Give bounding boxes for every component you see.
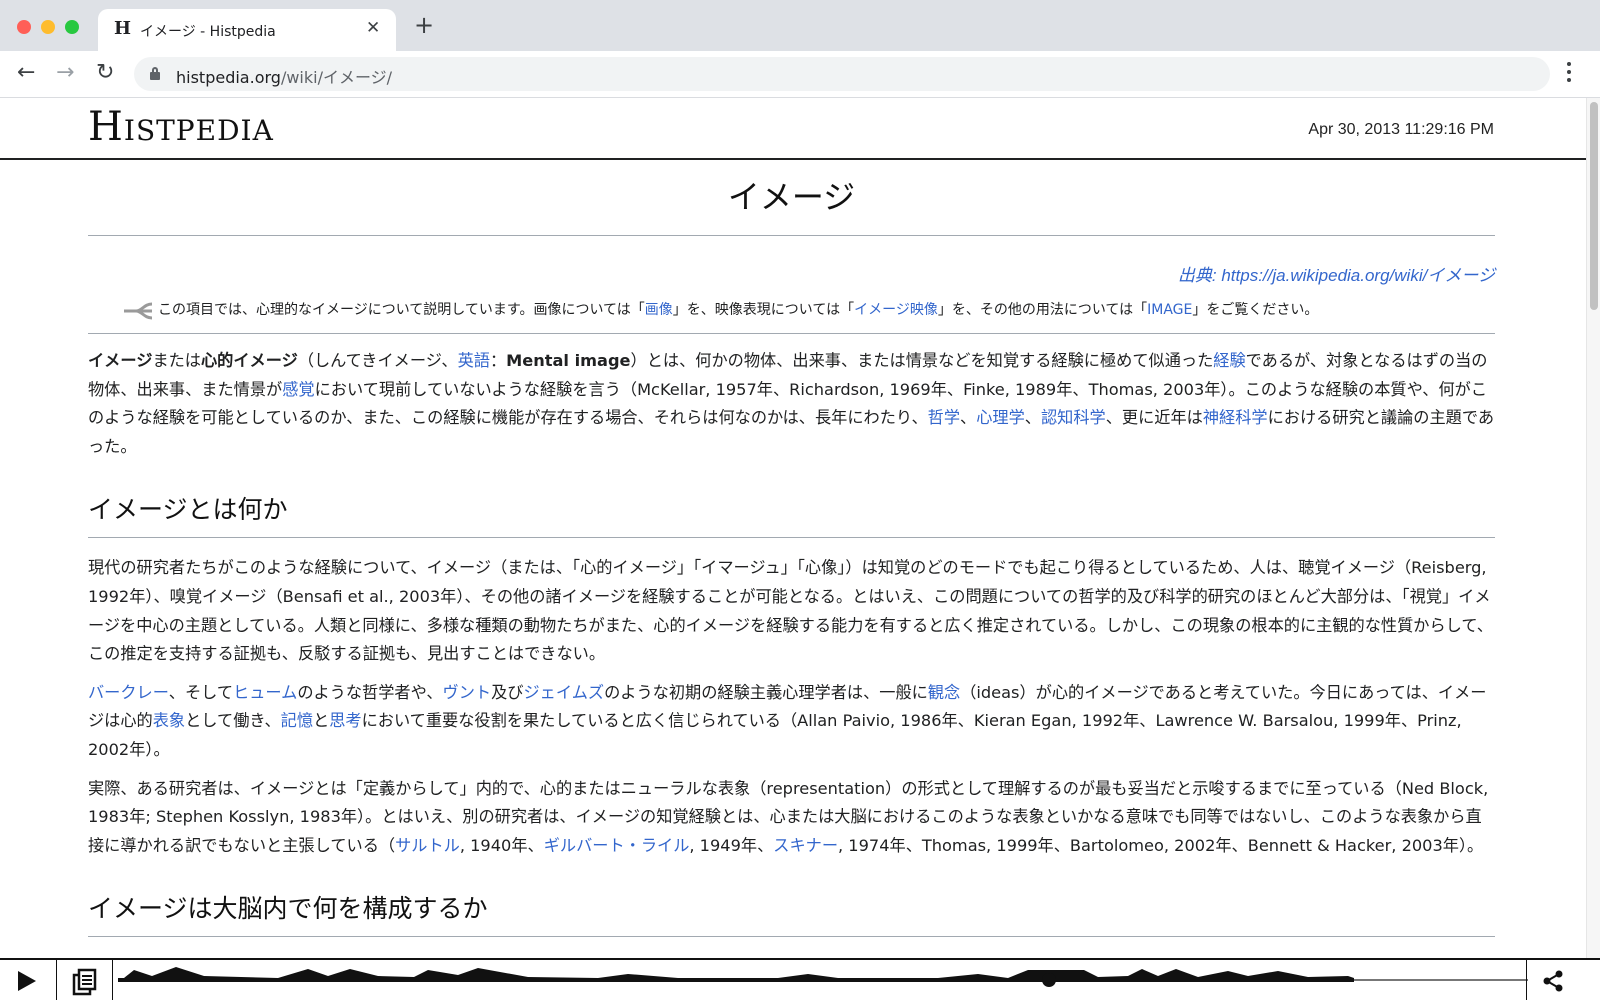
bold-term-mental-image: 心的イメージ (201, 351, 298, 370)
hatnote: この項目では、心理的なイメージについて説明しています。画像については「画像」を、… (88, 298, 1495, 334)
link-psychology[interactable]: 心理学 (976, 408, 1025, 427)
link-neuroscience[interactable]: 神経科学 (1203, 408, 1268, 427)
histpedia-logo[interactable]: Histpedia (88, 104, 274, 150)
lock-icon[interactable] (150, 67, 160, 80)
link-sartre[interactable]: サルトル (395, 836, 460, 855)
reload-icon[interactable]: ↻ (96, 61, 114, 85)
paragraph-text: , 1940年、 (459, 835, 544, 855)
site-header: Histpedia Apr 30, 2013 11:29:16 PM (0, 98, 1586, 160)
window-minimize-button[interactable] (41, 20, 55, 34)
playhead-knob (1042, 973, 1056, 987)
window-zoom-button[interactable] (65, 20, 79, 34)
arrow-right-icon[interactable]: → (56, 61, 74, 85)
divider (112, 960, 113, 1000)
kebab-menu-icon[interactable] (1566, 62, 1572, 86)
hatnote-link-image[interactable]: 画像 (645, 302, 673, 318)
section-heading-image-in-brain: イメージは大脳内で何を構成するか (88, 889, 1495, 938)
paragraph-text: のような哲学者や、 (297, 682, 443, 702)
link-english[interactable]: 英語 (458, 351, 490, 370)
lead-section: イメージまたは心的イメージ（しんてきイメージ、英語：Mental image）と… (88, 347, 1495, 461)
share-icon[interactable] (1541, 970, 1565, 992)
link-james[interactable]: ジェイムズ (523, 683, 604, 702)
histpedia-favicon-icon: H (114, 18, 132, 39)
link-berkeley[interactable]: バークレー (88, 683, 169, 702)
audio-waveform-scrubber[interactable] (118, 964, 1528, 1000)
paragraph-text: 、そして (168, 682, 234, 702)
lead-text: 、 (1024, 408, 1041, 428)
tab-title: イメージ - Histpedia (140, 24, 276, 40)
waveform-envelope (124, 967, 1354, 978)
page-viewport: Histpedia Apr 30, 2013 11:29:16 PM イメージ … (0, 98, 1586, 958)
waveform-remaining-track (1354, 979, 1528, 981)
scrollbar-thumb[interactable] (1590, 102, 1598, 310)
play-icon[interactable] (18, 971, 36, 991)
section1-paragraph-3: 実際、ある研究者は、イメージとは「定義からして」内的で、心的またはニューラルな表… (88, 775, 1495, 861)
window-close-button[interactable] (17, 20, 31, 34)
link-memory[interactable]: 記憶 (281, 711, 313, 730)
arrow-left-icon[interactable]: ← (17, 61, 35, 85)
paragraph-text: として働き、 (185, 711, 281, 731)
hatnote-link-IMAGE[interactable]: IMAGE (1147, 302, 1192, 318)
bold-term-image: イメージ (88, 351, 153, 370)
page-title: イメージ (88, 160, 1495, 236)
link-thought[interactable]: 思考 (329, 711, 361, 730)
paragraph-text: 及び (491, 682, 524, 702)
paragraph-text: , 1949年、 (689, 835, 774, 855)
link-philosophy[interactable]: 哲学 (928, 408, 960, 427)
divider (56, 960, 57, 1000)
link-cognitive-science[interactable]: 認知科学 (1041, 408, 1106, 427)
source-link[interactable]: 出典: https://ja.wikipedia.org/wiki/イメージ (88, 261, 1495, 286)
link-idea[interactable]: 観念 (928, 683, 960, 702)
link-hume[interactable]: ヒューム (233, 683, 297, 702)
section1-paragraph-2: バークレー、そしてヒュームのような哲学者や、ヴント及びジェイムズのような初期の経… (88, 679, 1495, 765)
section-heading-what-is-image: イメージとは何か (88, 490, 1495, 539)
documents-icon[interactable] (71, 968, 97, 996)
link-experience[interactable]: 経験 (1213, 351, 1245, 370)
tab-close-icon[interactable]: ✕ (366, 18, 380, 38)
browser-tab-active[interactable]: H イメージ - Histpedia ✕ (98, 9, 396, 51)
browser-tab-strip: H イメージ - Histpedia ✕ + (0, 0, 1600, 51)
archive-timestamp: Apr 30, 2013 11:29:16 PM (1308, 121, 1494, 138)
hatnote-link-image-video[interactable]: イメージ映像 (854, 302, 938, 318)
browser-toolbar: ← → ↻ histpedia.org/wiki/イメージ/ (0, 51, 1600, 98)
lead-paragraph: イメージまたは心的イメージ（しんてきイメージ、英語：Mental image）と… (88, 347, 1495, 461)
new-tab-button[interactable]: + (414, 13, 434, 37)
link-sense[interactable]: 感覚 (282, 380, 314, 399)
url-text[interactable]: histpedia.org/wiki/イメージ/ (176, 64, 392, 88)
bold-term-english: Mental image (506, 351, 631, 370)
divider (1526, 960, 1527, 1000)
link-skinner[interactable]: スキナー (773, 836, 838, 855)
link-representation[interactable]: 表象 (153, 711, 185, 730)
hatnote-text-2: 」を、映像表現については「 (672, 302, 855, 318)
lead-text: ： (489, 351, 507, 370)
lead-text: （しんてきイメージ、 (297, 351, 458, 370)
lead-text: 、 (960, 408, 977, 428)
hatnote-text-3: 」を、その他の用法については「 (937, 302, 1148, 318)
audio-player-bar (0, 958, 1600, 1000)
paragraph-text: , 1974年、Thomas, 1999年、Bartolomeo, 2002年、… (838, 835, 1484, 855)
url-host: histpedia.org (176, 68, 281, 87)
paragraph-text: のような初期の経験主義心理学者は、一般に (604, 682, 928, 702)
lead-text: または (152, 351, 201, 370)
page-scrollbar[interactable] (1586, 98, 1600, 958)
link-wundt[interactable]: ヴント (443, 683, 492, 702)
address-bar[interactable]: histpedia.org/wiki/イメージ/ (134, 57, 1550, 91)
lead-text: ）とは、何かの物体、出来事、または情景などを知覚する経験に極めて似通った (630, 351, 1214, 370)
section1-paragraph-1: 現代の研究者たちがこのような経験について、イメージ（または、「心的イメージ」「イ… (88, 558, 1493, 664)
article: イメージ 出典: https://ja.wikipedia.org/wiki/イ… (88, 160, 1495, 953)
paragraph-text: と (313, 711, 330, 731)
url-path: /wiki/イメージ/ (280, 68, 393, 87)
disambiguation-icon (124, 302, 153, 320)
lead-text: 、更に近年は (1105, 408, 1203, 428)
hatnote-text-4: 」をご覧ください。 (1192, 302, 1319, 318)
waveform-played-track (118, 978, 1354, 982)
link-gilbert-ryle[interactable]: ギルバート・ライル (544, 836, 690, 855)
hatnote-text-1: この項目では、心理的なイメージについて説明しています。画像については「 (158, 302, 645, 318)
